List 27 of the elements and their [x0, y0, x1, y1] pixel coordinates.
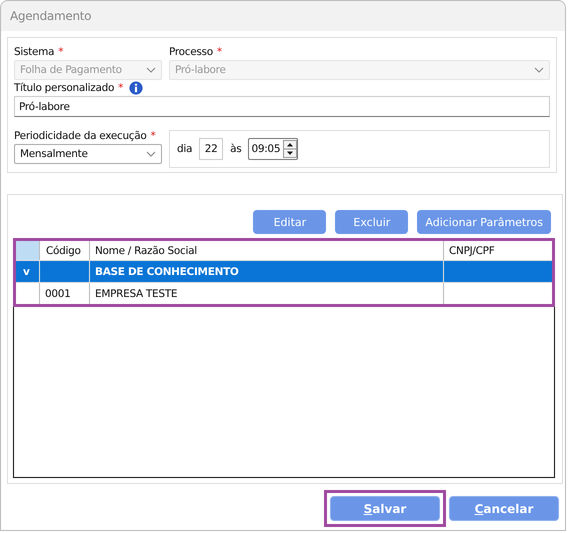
time-input[interactable]: 09:05	[248, 138, 298, 160]
title-input[interactable]: Pró-labore	[14, 96, 550, 117]
chevron-icon	[146, 151, 156, 157]
day-input[interactable]: 22	[199, 138, 224, 160]
field-label: Sistema	[14, 46, 54, 58]
field-label: Processo	[169, 46, 213, 58]
periodicity-select[interactable]: Mensalmente	[14, 144, 162, 164]
required-mark: *	[58, 46, 64, 58]
chevron-icon	[534, 67, 544, 73]
field-label: Título personalizado	[14, 82, 114, 94]
table-cell: EMPRESA TESTE	[90, 283, 444, 304]
time-label: às	[230, 143, 242, 155]
required-mark: *	[216, 46, 222, 58]
field-label: Periodicidade da execução	[14, 130, 147, 142]
column-header[interactable]: CNPJ/CPF	[444, 241, 552, 260]
table-cell: 0001	[40, 283, 90, 304]
table-cell: BASE DE CONHECIMENTO	[90, 261, 444, 282]
header-corner	[16, 241, 40, 260]
required-mark: *	[150, 130, 156, 142]
info-icon[interactable]	[129, 80, 144, 94]
window-title: Agendamento	[10, 9, 92, 23]
required-mark: *	[118, 82, 124, 94]
table-row[interactable]: v BASE DE CONHECIMENTO	[16, 260, 552, 282]
day-label: dia	[177, 143, 192, 155]
chevron-icon	[146, 67, 156, 73]
spinner-icon[interactable]	[283, 140, 298, 158]
table-row[interactable]: 0001 EMPRESA TESTE	[16, 282, 552, 304]
